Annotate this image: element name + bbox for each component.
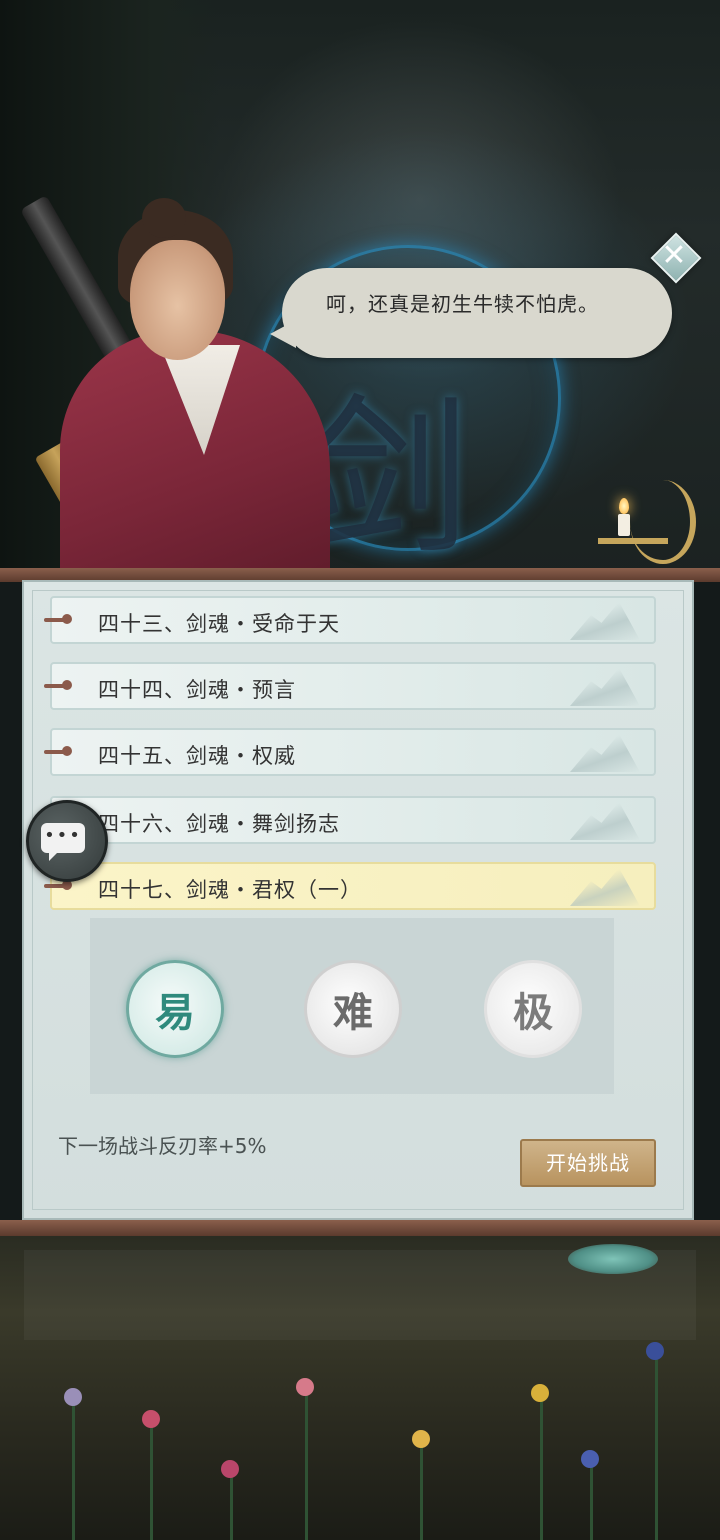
level-label: 四十七、剑魂・君权（一） (98, 878, 362, 902)
difficulty-extreme-button[interactable]: 极 (484, 960, 582, 1058)
start-challenge-button[interactable]: 开始挑战 (520, 1139, 656, 1187)
level-item-45[interactable]: 四十五、剑魂・权威 (50, 728, 656, 776)
moon-frame (630, 480, 696, 564)
level-item-46[interactable]: 四十六、剑魂・舞剑扬志 (50, 796, 656, 844)
panel-bottom-bar (0, 1220, 720, 1236)
level-bullet (44, 614, 72, 624)
level-item-43[interactable]: 四十三、剑魂・受命于天 (50, 596, 656, 644)
candle-body (618, 514, 630, 536)
candle-icon (590, 470, 700, 570)
level-label: 四十六、剑魂・舞剑扬志 (98, 812, 340, 836)
level-bullet (44, 880, 72, 890)
flower (64, 1388, 82, 1406)
level-label: 四十四、剑魂・预言 (98, 678, 296, 702)
battle-bonus-text: 下一场战斗反刃率+5% (58, 1134, 267, 1158)
flower (221, 1460, 239, 1478)
chat-button[interactable]: ••• (26, 800, 108, 882)
candle-flame (619, 498, 629, 514)
dialogue-bubble[interactable]: 呵，还真是初生牛犊不怕虎。 (270, 268, 672, 358)
flower (296, 1378, 314, 1396)
dialogue-text: 呵，还真是初生牛犊不怕虎。 (326, 292, 599, 316)
level-bullet (44, 680, 72, 690)
difficulty-hard-button[interactable]: 难 (304, 960, 402, 1058)
flower (531, 1384, 549, 1402)
level-item-44[interactable]: 四十四、剑魂・预言 (50, 662, 656, 710)
lily-pad (568, 1244, 658, 1274)
close-button[interactable]: ✕ (650, 232, 702, 284)
character-portrait (0, 190, 340, 580)
flower (581, 1450, 599, 1468)
flower (412, 1430, 430, 1448)
flower (646, 1342, 664, 1360)
difficulty-selector: 易 难 极 (90, 918, 614, 1094)
candle-stand (598, 538, 668, 544)
level-bullet (44, 746, 72, 756)
difficulty-easy-button[interactable]: 易 (126, 960, 224, 1058)
chat-icon: ••• (41, 823, 85, 861)
level-label: 四十五、剑魂・权威 (98, 744, 296, 768)
character-hair-bun (142, 198, 186, 238)
level-item-47[interactable]: 四十七、剑魂・君权（一） (50, 862, 656, 910)
flower (142, 1410, 160, 1428)
character-face (130, 240, 225, 360)
level-label: 四十三、剑魂・受命于天 (98, 612, 340, 636)
